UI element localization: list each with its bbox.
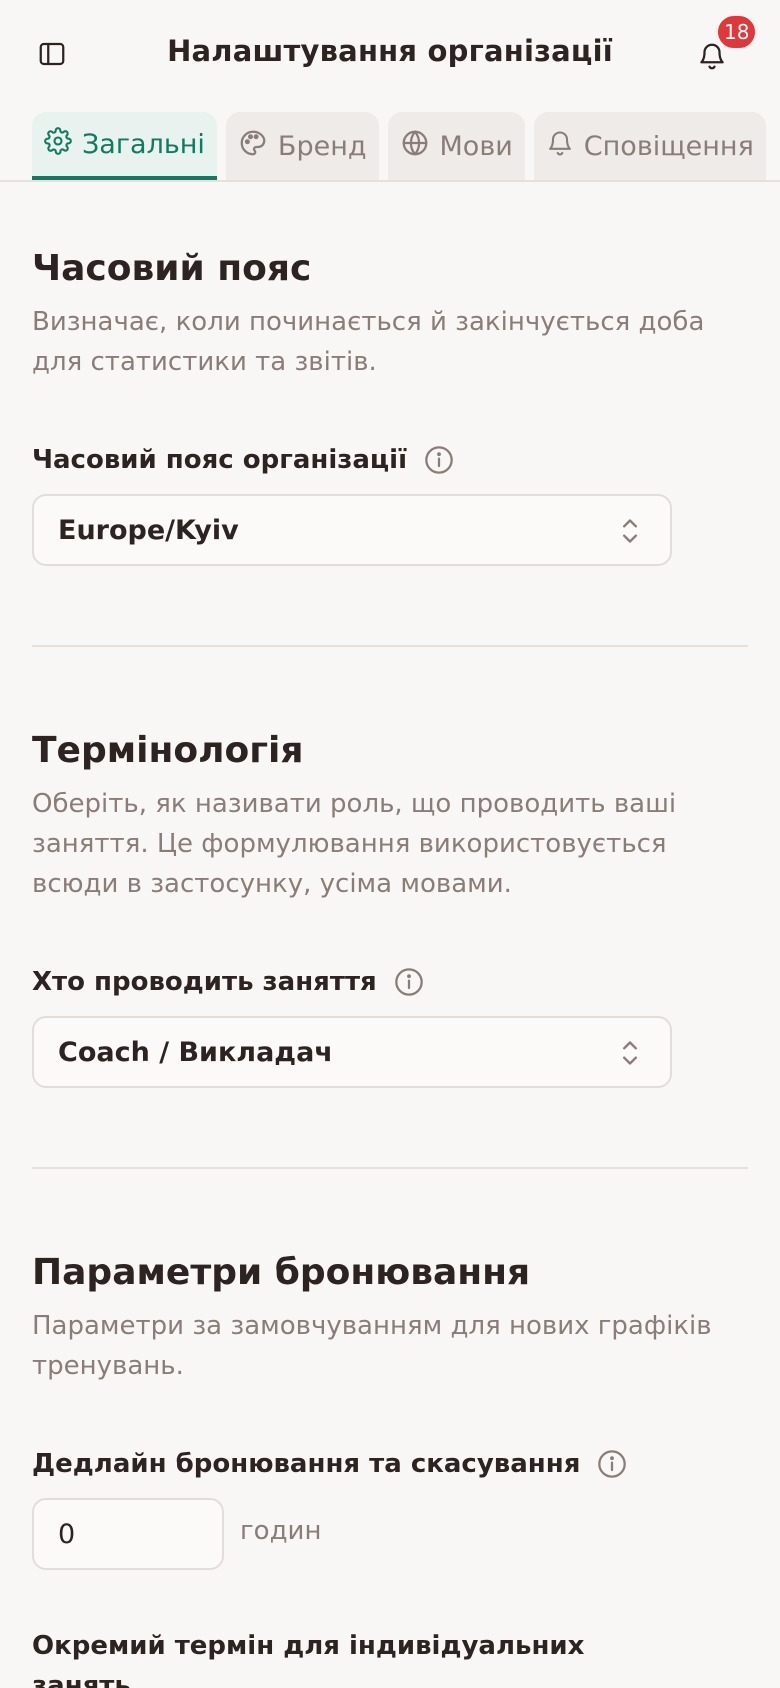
settings-tabs: Загальні Бренд Мови Сповіщення xyxy=(32,112,766,180)
terminology-select[interactable]: Coach / Викладач xyxy=(32,1016,672,1088)
section-divider xyxy=(32,1167,748,1169)
timezone-section-description: Визначає, коли починається й закінчуєтьс… xyxy=(32,307,705,377)
booking-section-title: Параметри бронювання xyxy=(32,1252,531,1293)
tab-label: Загальні xyxy=(82,128,205,160)
terminology-section-description: Оберіть, як називати роль, що проводить … xyxy=(32,789,677,899)
tab-label: Мови xyxy=(439,130,513,162)
chevron-up-down-icon xyxy=(616,1036,644,1077)
terminology-field-label: Хто проводить заняття xyxy=(32,967,377,997)
timezone-select[interactable]: Europe/Kyiv xyxy=(32,494,672,566)
booking-deadline-input[interactable]: 0 xyxy=(32,1498,224,1570)
page-title: Налаштування організації xyxy=(167,34,613,68)
palette-icon xyxy=(238,128,268,165)
timezone-field-label: Часовий пояс організації xyxy=(32,445,407,475)
timezone-section-title: Часовий пояс xyxy=(32,248,312,289)
tabs-divider xyxy=(0,180,780,182)
individual-deadline-label: Окремий термін для індивідуальних занять xyxy=(32,1631,585,1688)
info-icon[interactable] xyxy=(423,444,455,476)
section-divider xyxy=(32,645,748,647)
booking-deadline-unit: годин xyxy=(240,1516,322,1546)
globe-icon xyxy=(400,128,430,165)
booking-section-description: Параметри за замовчуванням для нових гра… xyxy=(32,1311,712,1381)
notification-badge: 18 xyxy=(716,14,758,50)
booking-deadline-label-row: Дедлайн бронювання та скасування xyxy=(32,1448,628,1480)
booking-deadline-value: 0 xyxy=(58,1518,76,1550)
booking-deadline-label: Дедлайн бронювання та скасування xyxy=(32,1449,581,1479)
gear-icon xyxy=(44,126,72,162)
tab-brand[interactable]: Бренд xyxy=(225,112,379,180)
info-icon[interactable] xyxy=(393,966,425,998)
timezone-field-label-row: Часовий пояс організації xyxy=(32,444,455,476)
tab-general[interactable]: Загальні xyxy=(32,112,217,180)
app-header: Налаштування організації 18 xyxy=(0,0,780,112)
terminology-field-label-row: Хто проводить заняття xyxy=(32,966,425,998)
tab-label: Бренд xyxy=(277,130,367,162)
info-icon[interactable] xyxy=(596,1448,628,1480)
terminology-section-title: Термінологія xyxy=(32,730,304,771)
tab-languages[interactable]: Мови xyxy=(387,112,525,180)
settings-page: Налаштування організації 18 Загальні Бре… xyxy=(0,0,780,1688)
tab-notifications[interactable]: Сповіщення xyxy=(533,112,766,180)
tab-label: Сповіщення xyxy=(583,130,754,162)
chevron-up-down-icon xyxy=(616,514,644,555)
terminology-select-value: Coach / Викладач xyxy=(58,1036,333,1068)
timezone-select-value: Europe/Kyiv xyxy=(58,514,239,546)
bell-icon xyxy=(546,129,574,164)
